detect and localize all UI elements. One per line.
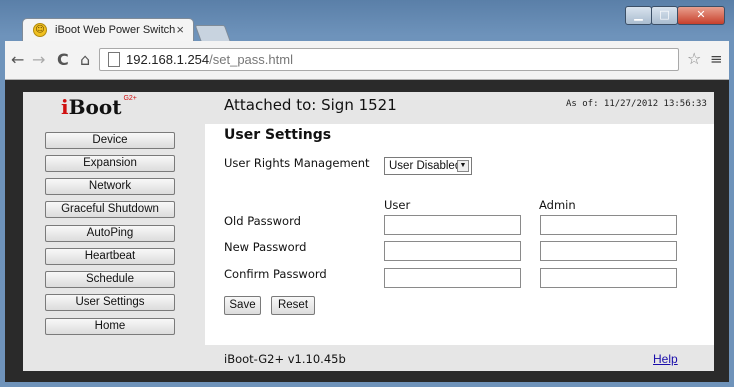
help-link[interactable]: Help: [653, 352, 678, 366]
browser-tab[interactable]: ☺ iBoot Web Power Switch ×: [22, 18, 194, 42]
menu-icon[interactable]: ≡: [710, 50, 723, 68]
logo-text: Boot: [68, 95, 122, 119]
forward-arrow-icon[interactable]: →: [32, 50, 45, 69]
nav-network-button[interactable]: Network: [45, 178, 175, 195]
logo-i: i: [61, 95, 69, 119]
rights-select-value: User Disabled: [389, 160, 462, 172]
home-icon[interactable]: ⌂: [80, 50, 90, 69]
browser-toolbar: ← → C ⌂ 192.168.1.254/set_pass.html ☆ ≡: [5, 41, 729, 80]
nav-user-settings-button[interactable]: User Settings: [45, 294, 175, 311]
admin-column-header: Admin: [539, 198, 576, 212]
url-text: 192.168.1.254/set_pass.html: [126, 52, 293, 67]
attached-to-label: Attached to: Sign 1521: [224, 96, 397, 114]
title-bar: ☺ iBoot Web Power Switch × ▁ □ ✕: [0, 0, 734, 43]
nav-graceful-shutdown-button[interactable]: Graceful Shutdown: [45, 201, 175, 218]
nav-autoping-button[interactable]: AutoPing: [45, 225, 175, 242]
rights-select[interactable]: User Disabled ▼: [384, 157, 472, 175]
logo-superscript: G2+: [123, 95, 137, 102]
tab-close-icon[interactable]: ×: [176, 22, 184, 37]
old-password-user-field[interactable]: [384, 215, 521, 235]
as-of-timestamp: As of: 11/27/2012 13:56:33: [566, 99, 707, 109]
bookmark-star-icon[interactable]: ☆: [687, 49, 701, 68]
url-path: /set_pass.html: [209, 52, 293, 67]
address-bar[interactable]: 192.168.1.254/set_pass.html: [99, 48, 679, 71]
old-password-label: Old Password: [224, 214, 301, 228]
nav-device-button[interactable]: Device: [45, 132, 175, 149]
minimize-button[interactable]: ▁: [625, 6, 652, 25]
new-password-admin-field[interactable]: [540, 241, 677, 261]
url-host: 192.168.1.254: [126, 52, 210, 67]
user-column-header: User: [384, 198, 411, 212]
nav-expansion-button[interactable]: Expansion: [45, 155, 175, 172]
window-controls: ▁ □ ✕: [625, 6, 729, 26]
close-window-button[interactable]: ✕: [677, 6, 725, 25]
firmware-version: iBoot-G2+ v1.10.45b: [224, 352, 346, 366]
favicon-icon: ☺: [33, 23, 47, 37]
confirm-password-user-field[interactable]: [384, 268, 521, 288]
reset-button[interactable]: Reset: [271, 296, 315, 315]
tab-title: iBoot Web Power Switch: [55, 24, 176, 36]
back-arrow-icon[interactable]: ←: [11, 50, 24, 69]
rights-label: User Rights Management: [224, 156, 370, 170]
confirm-password-label: Confirm Password: [224, 267, 327, 281]
page-title: User Settings: [224, 127, 332, 143]
iboot-logo: iBoot G2+: [61, 95, 137, 119]
maximize-button[interactable]: □: [651, 6, 678, 25]
nav-home-button[interactable]: Home: [45, 318, 175, 335]
nav-heartbeat-button[interactable]: Heartbeat: [45, 248, 175, 265]
chevron-down-icon: ▼: [457, 160, 469, 172]
nav-schedule-button[interactable]: Schedule: [45, 271, 175, 288]
reload-icon[interactable]: C: [57, 50, 69, 69]
confirm-password-admin-field[interactable]: [540, 268, 677, 288]
page-icon: [108, 52, 120, 67]
page-viewport: iBoot G2+ Attached to: Sign 1521 As of: 1…: [5, 80, 729, 382]
new-password-user-field[interactable]: [384, 241, 521, 261]
old-password-admin-field[interactable]: [540, 215, 677, 235]
browser-window: ☺ iBoot Web Power Switch × ▁ □ ✕ ← → C ⌂…: [0, 0, 734, 387]
save-button[interactable]: Save: [224, 296, 261, 315]
new-password-label: New Password: [224, 240, 307, 254]
